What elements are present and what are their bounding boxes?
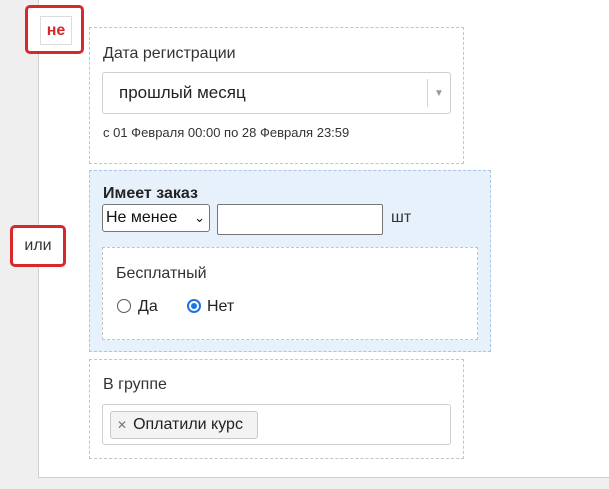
tag-label: Оплатили курс xyxy=(133,416,243,433)
order-operator-value: Не менее xyxy=(106,209,178,226)
or-toggle-button[interactable]: или xyxy=(10,225,66,267)
radio-no-label: Нет xyxy=(207,298,235,315)
group-label: В группе xyxy=(103,376,167,393)
free-condition: Бесплатный Да Нет xyxy=(102,247,478,340)
order-label: Имеет заказ xyxy=(103,185,198,202)
group-tags-input[interactable]: ✕ Оплатили курс xyxy=(102,404,451,445)
radio-no[interactable] xyxy=(187,299,201,313)
registration-range-text: с 01 Февраля 00:00 по 28 Февраля 23:59 xyxy=(103,125,350,140)
registration-condition: Дата регистрации прошлый месяц ▼ с 01 Фе… xyxy=(89,27,464,164)
chevron-down-icon: ⌄ xyxy=(194,210,205,225)
radio-yes-label: Да xyxy=(138,298,158,315)
remove-tag-icon[interactable]: ✕ xyxy=(117,418,127,432)
or-label: или xyxy=(24,237,52,254)
radio-yes[interactable] xyxy=(117,299,131,313)
order-condition: Имеет заказ Не менее ⌄ шт Бесплатный Да … xyxy=(89,170,491,352)
chevron-down-icon[interactable]: ▼ xyxy=(427,79,450,107)
not-label: не xyxy=(46,21,66,39)
tag-item: ✕ Оплатили курс xyxy=(110,411,258,439)
order-operator-select[interactable]: Не менее ⌄ xyxy=(102,204,210,232)
registration-period-select[interactable]: прошлый месяц ▼ xyxy=(102,72,451,114)
registration-label: Дата регистрации xyxy=(103,45,236,62)
not-toggle-button[interactable]: не xyxy=(25,5,84,54)
order-quantity-input[interactable] xyxy=(217,204,383,235)
free-label: Бесплатный xyxy=(116,265,207,282)
group-condition: В группе ✕ Оплатили курс xyxy=(89,359,464,459)
registration-period-value: прошлый месяц xyxy=(119,83,246,102)
not-label-box: не xyxy=(40,16,72,45)
order-unit: шт xyxy=(391,209,412,226)
